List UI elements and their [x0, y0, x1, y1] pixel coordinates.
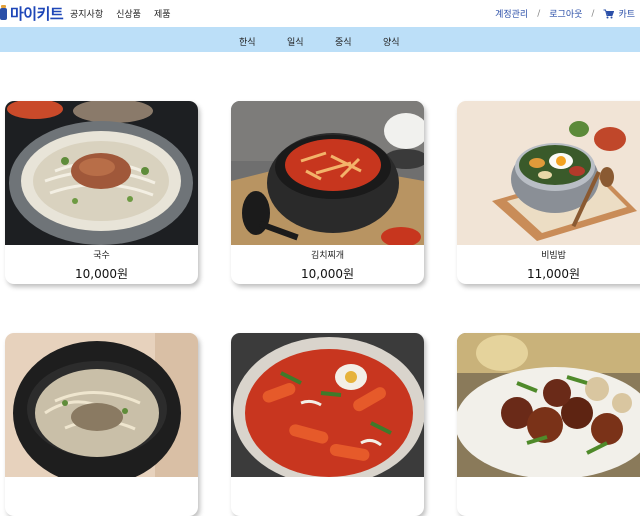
product-card[interactable]	[5, 333, 198, 516]
category-bar: 한식 일식 중식 양식	[0, 27, 640, 52]
product-card[interactable]: 비빔밥 11,000원	[457, 101, 640, 284]
product-image[interactable]	[5, 101, 198, 245]
user-nav: 계정관리 / 로그아웃 / 카트	[495, 7, 635, 21]
product-card[interactable]: 김치찌개 10,000원	[231, 101, 424, 284]
product-image[interactable]	[231, 333, 424, 477]
product-price: 10,000원	[74, 267, 129, 281]
product-price: 11,000원	[526, 267, 581, 281]
cart-icon[interactable]	[603, 9, 615, 19]
product-card[interactable]: 국수 10,000원	[5, 101, 198, 284]
logo-text: 마이키트	[10, 4, 64, 23]
account-link[interactable]: 계정관리	[495, 7, 528, 20]
logout-link[interactable]: 로그아웃	[549, 7, 582, 20]
separator: /	[537, 8, 541, 19]
product-name: 국수	[93, 251, 110, 261]
logo[interactable]: 마이키트	[0, 2, 64, 24]
product-image[interactable]	[231, 101, 424, 245]
product-image[interactable]	[457, 101, 640, 245]
cart-link[interactable]: 카트	[618, 7, 635, 20]
product-image[interactable]	[457, 333, 640, 477]
category-chinese[interactable]: 중식	[335, 35, 352, 48]
nav-new-products[interactable]: 신상품	[116, 7, 141, 20]
category-western[interactable]: 양식	[383, 35, 400, 48]
category-korean[interactable]: 한식	[239, 35, 256, 48]
product-name: 김치찌개	[310, 251, 345, 261]
product-image[interactable]	[5, 333, 198, 477]
jar-logo-icon	[0, 5, 8, 21]
main-nav: 공지사항 신상품 제품	[70, 7, 171, 20]
nav-products[interactable]: 제품	[154, 7, 171, 20]
top-navbar: 마이키트 공지사항 신상품 제품 계정관리 / 로그아웃 / 카트	[0, 0, 640, 27]
product-price: 10,000원	[300, 267, 355, 281]
category-japanese[interactable]: 일식	[287, 35, 304, 48]
product-card[interactable]	[457, 333, 640, 516]
product-name: 비빔밥	[541, 251, 566, 261]
nav-notice[interactable]: 공지사항	[70, 7, 103, 20]
product-card[interactable]	[231, 333, 424, 516]
separator: /	[591, 8, 595, 19]
